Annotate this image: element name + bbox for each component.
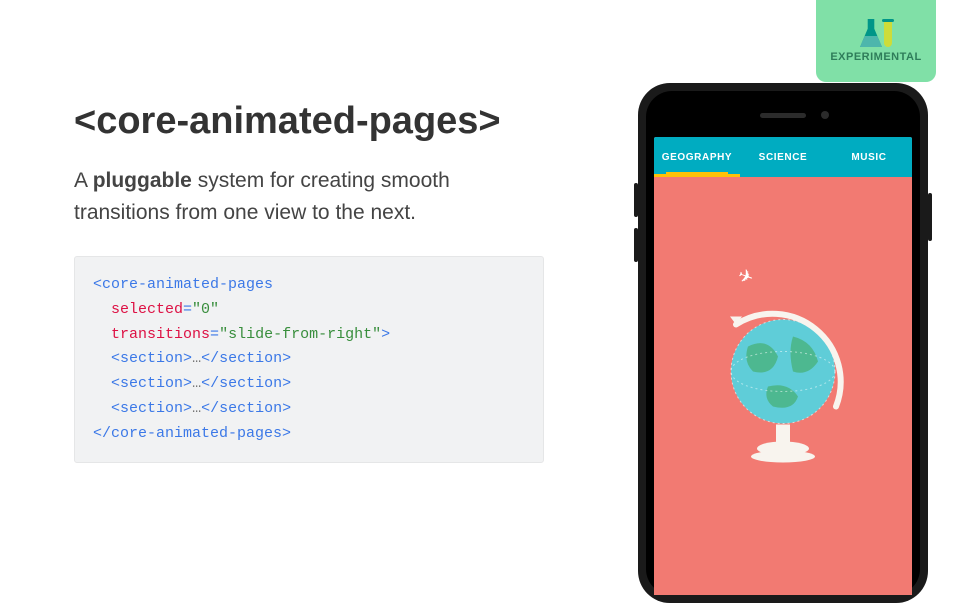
- phone-mockup: GEOGRAPHY SCIENCE MUSIC ✈: [638, 83, 928, 603]
- airplane-icon: ✈: [735, 264, 756, 289]
- code-sample: <core-animated-pages selected="0" transi…: [74, 256, 544, 463]
- tab-geography[interactable]: GEOGRAPHY: [654, 152, 740, 163]
- ellipsis-3: …: [192, 400, 201, 417]
- code-attr2-val: "slide-from-right": [219, 326, 381, 343]
- ellipsis-1: …: [192, 350, 201, 367]
- code-section1c: section: [219, 350, 282, 367]
- code-section2: section: [120, 375, 183, 392]
- code-section1: section: [120, 350, 183, 367]
- code-section2c: section: [219, 375, 282, 392]
- badge-label: EXPERIMENTAL: [830, 51, 921, 63]
- slide-title: <core-animated-pages>: [74, 100, 544, 143]
- tab-music[interactable]: MUSIC: [826, 152, 912, 163]
- globe-illustration: ✈: [718, 306, 848, 471]
- ellipsis-2: …: [192, 375, 201, 392]
- tab-underline: [654, 174, 740, 177]
- code-close-tag: core-animated-pages: [111, 425, 282, 442]
- tab-bar: GEOGRAPHY SCIENCE MUSIC: [654, 137, 912, 177]
- desc-prefix: A: [74, 169, 93, 192]
- code-open-tag: core-animated-pages: [102, 276, 273, 293]
- phone-speaker: [760, 113, 806, 118]
- phone-power-button: [928, 193, 932, 241]
- code-attr1-name: selected: [111, 301, 183, 318]
- desc-bold: pluggable: [93, 169, 192, 192]
- code-attr2-name: transitions: [111, 326, 210, 343]
- code-attr1-val: "0": [192, 301, 219, 318]
- phone-screen: GEOGRAPHY SCIENCE MUSIC ✈: [654, 137, 912, 595]
- phone-camera: [821, 111, 829, 119]
- lab-flask-icon: [860, 19, 892, 47]
- experimental-badge: EXPERIMENTAL: [816, 0, 936, 82]
- phone-volume-up: [634, 183, 638, 217]
- tab-science[interactable]: SCIENCE: [740, 152, 826, 163]
- phone-volume-down: [634, 228, 638, 262]
- slide-description: A pluggable system for creating smooth t…: [74, 165, 544, 228]
- code-section3c: section: [219, 400, 282, 417]
- slide-content: <core-animated-pages> A pluggable system…: [74, 100, 544, 463]
- code-section3: section: [120, 400, 183, 417]
